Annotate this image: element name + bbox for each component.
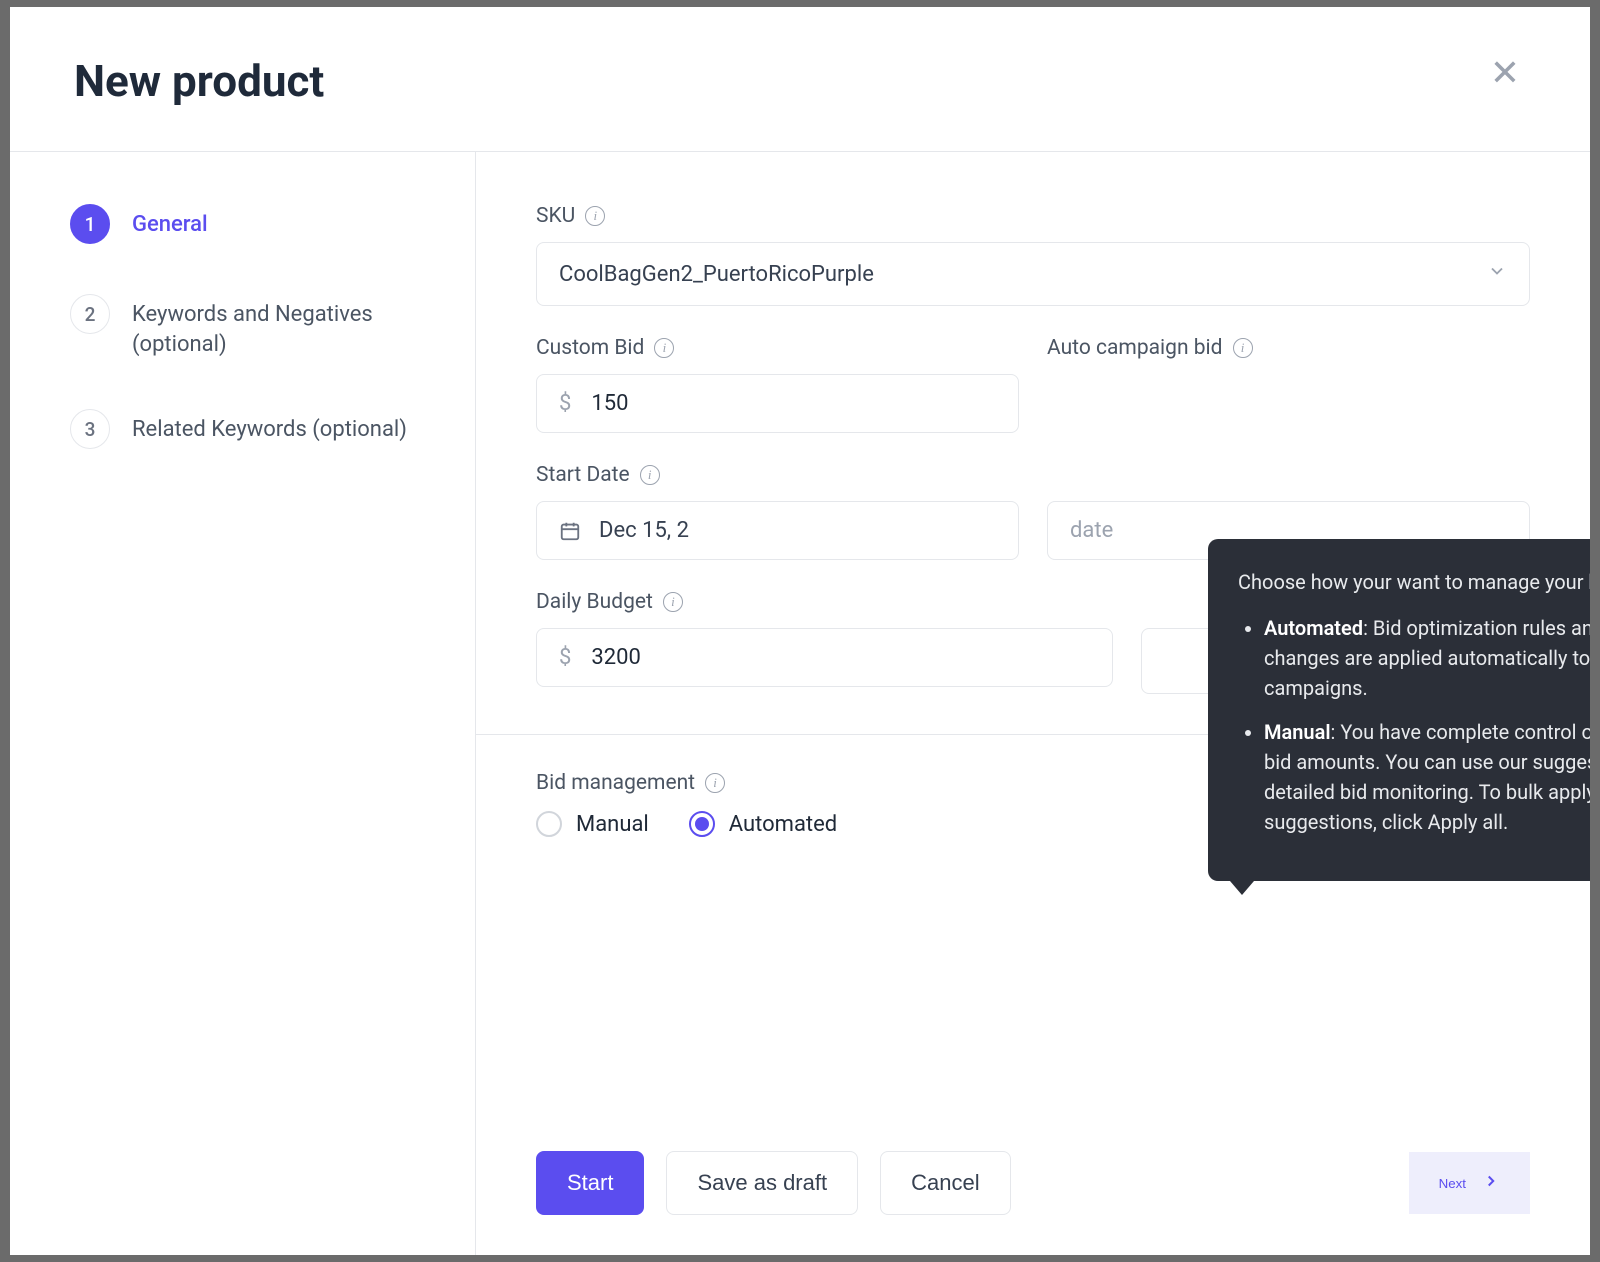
step-number: 1 — [70, 204, 110, 244]
radio-manual[interactable]: Manual — [536, 811, 649, 837]
start-date-label: Start Date i — [536, 463, 1019, 487]
info-icon[interactable]: i — [640, 465, 660, 485]
daily-budget-label: Daily Budget i — [536, 590, 1113, 614]
info-icon[interactable]: i — [663, 592, 683, 612]
wizard-sidebar: 1 General 2 Keywords and Negatives (opti… — [10, 152, 476, 1255]
cancel-button[interactable]: Cancel — [880, 1151, 1010, 1215]
auto-bid-label: Auto campaign bid i — [1047, 336, 1530, 360]
end-date-placeholder: date — [1070, 518, 1113, 543]
form-content: SKU i CoolBagGen2_PuertoRicoPurple Custo… — [476, 152, 1590, 1255]
step-general[interactable]: 1 General — [70, 204, 435, 244]
calendar-icon — [559, 520, 581, 542]
save-draft-button[interactable]: Save as draft — [666, 1151, 858, 1215]
modal-title: New product — [74, 55, 324, 107]
step-label: Keywords and Negatives (optional) — [132, 294, 435, 359]
tooltip-intro: Choose how your want to manage your bids… — [1238, 567, 1590, 597]
sku-label: SKU i — [536, 204, 1530, 228]
chevron-right-icon — [1482, 1170, 1500, 1196]
close-icon[interactable]: ✕ — [1484, 55, 1526, 91]
custom-bid-label: Custom Bid i — [536, 336, 1019, 360]
step-number: 3 — [70, 409, 110, 449]
info-icon[interactable]: i — [705, 773, 725, 793]
custom-bid-input[interactable]: $ 150 — [536, 374, 1019, 433]
start-button[interactable]: Start — [536, 1151, 644, 1215]
step-keywords-negatives[interactable]: 2 Keywords and Negatives (optional) — [70, 294, 435, 359]
modal-footer: Start Save as draft Cancel Next — [536, 1131, 1530, 1215]
daily-budget-value: 3200 — [591, 645, 640, 670]
chevron-down-icon — [1487, 261, 1507, 287]
radio-icon — [536, 811, 562, 837]
step-number: 2 — [70, 294, 110, 334]
sku-value: CoolBagGen2_PuertoRicoPurple — [559, 262, 874, 287]
radio-automated[interactable]: Automated — [689, 811, 837, 837]
start-date-value: Dec 15, 2 — [599, 518, 689, 543]
start-date-input[interactable]: Dec 15, 2 — [536, 501, 1019, 560]
step-label: Related Keywords (optional) — [132, 409, 407, 445]
bid-management-tooltip: Choose how your want to manage your bids… — [1208, 539, 1590, 881]
next-button[interactable]: Next — [1409, 1152, 1530, 1214]
modal-header: New product ✕ — [10, 7, 1590, 152]
tooltip-item-manual: Manual: You have complete control over y… — [1264, 717, 1590, 837]
info-icon[interactable]: i — [654, 338, 674, 358]
dollar-icon: $ — [559, 391, 571, 416]
tooltip-item-automated: Automated: Bid optimization rules and bi… — [1264, 613, 1590, 703]
step-related-keywords[interactable]: 3 Related Keywords (optional) — [70, 409, 435, 449]
info-icon[interactable]: i — [585, 206, 605, 226]
radio-icon — [689, 811, 715, 837]
daily-budget-input[interactable]: $ 3200 — [536, 628, 1113, 687]
info-icon[interactable]: i — [1233, 338, 1253, 358]
new-product-modal: New product ✕ 1 General 2 Keywords and N… — [10, 7, 1590, 1255]
sku-select[interactable]: CoolBagGen2_PuertoRicoPurple — [536, 242, 1530, 306]
step-label: General — [132, 204, 208, 240]
modal-body: 1 General 2 Keywords and Negatives (opti… — [10, 152, 1590, 1255]
custom-bid-value: 150 — [591, 391, 628, 416]
dollar-icon: $ — [559, 645, 571, 670]
